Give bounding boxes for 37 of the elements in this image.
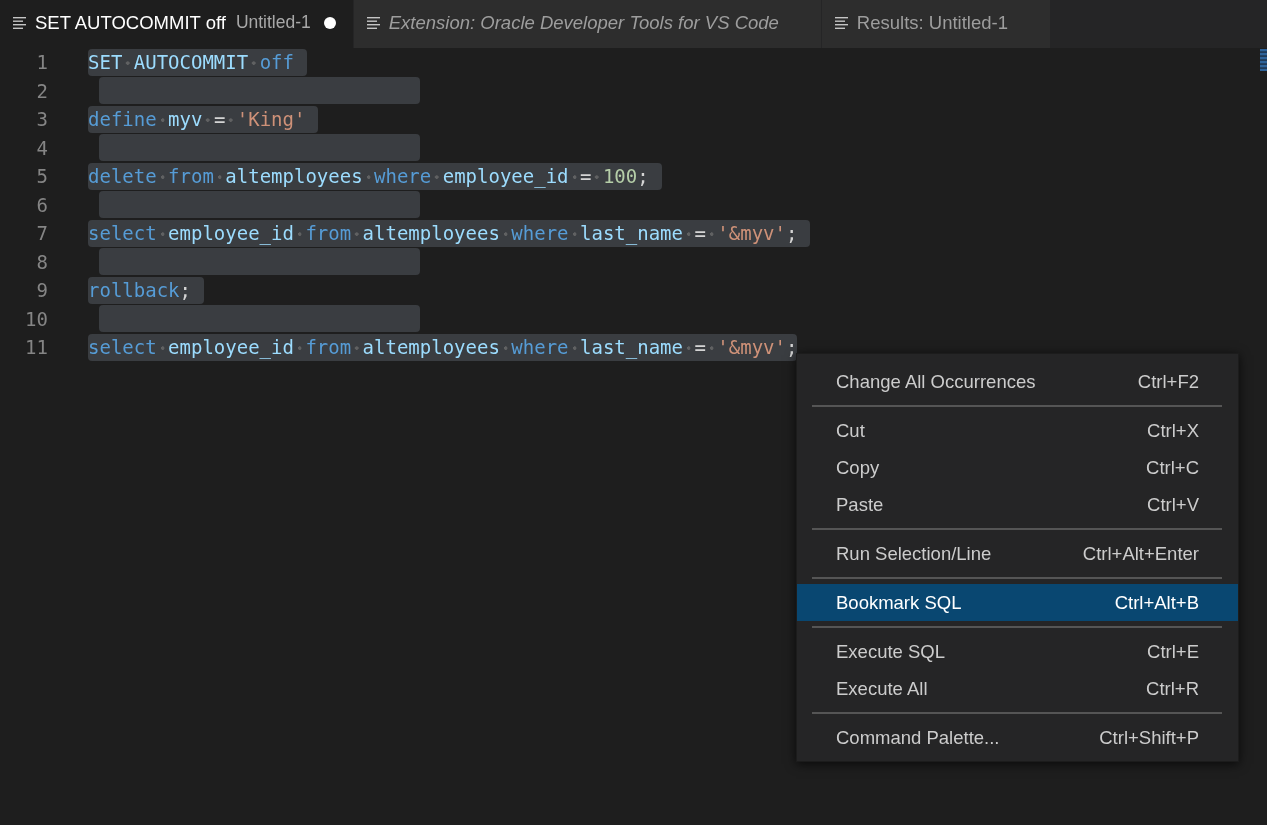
menu-item[interactable]: Bookmark SQL Ctrl+Alt+B <box>797 584 1238 621</box>
menu-item[interactable]: Cut Ctrl+X <box>797 412 1238 449</box>
line-number: 7 <box>35 221 48 246</box>
keyboard-shortcut: Ctrl+C <box>1146 456 1199 479</box>
menu-item[interactable]: Paste Ctrl+V <box>797 486 1238 523</box>
keyboard-shortcut: Ctrl+Alt+B <box>1114 591 1199 614</box>
keyboard-shortcut: Ctrl+R <box>1146 677 1199 700</box>
tab-description: Untitled-1 <box>235 12 311 33</box>
text-lines-icon <box>366 16 380 29</box>
keyboard-shortcut: Ctrl+E <box>1147 640 1199 663</box>
scroll-marker-icon <box>1260 49 1267 71</box>
keyboard-shortcut: Ctrl+X <box>1147 419 1199 442</box>
line-number: 3 <box>35 107 48 132</box>
line-number: 9 <box>35 278 48 303</box>
line-number: 4 <box>35 135 48 161</box>
keyboard-shortcut: Ctrl+Alt+Enter <box>1082 542 1199 565</box>
keyboard-shortcut: Ctrl+F2 <box>1137 370 1199 393</box>
line-number: 2 <box>35 78 48 104</box>
line-number: 8 <box>35 249 48 275</box>
menu-item[interactable]: Copy Ctrl+C <box>797 449 1238 486</box>
text-lines-icon <box>834 16 848 29</box>
menu-item[interactable]: Execute SQL Ctrl+E <box>797 633 1238 670</box>
line-number: 5 <box>35 164 48 189</box>
editor-tab[interactable]: SET AUTOCOMMIT off Untitled-1 <box>0 0 354 48</box>
menu-item[interactable]: Command Palette... Ctrl+Shift+P <box>797 719 1238 756</box>
menu-item[interactable]: Change All Occurrences Ctrl+F2 <box>797 363 1238 400</box>
editor-tab[interactable]: Results: Untitled-1 <box>821 0 1051 48</box>
menu-item[interactable]: Run Selection/Line Ctrl+Alt+Enter <box>797 535 1238 572</box>
line-number: 10 <box>24 306 48 332</box>
editor-tab[interactable]: Extension: Oracle Developer Tools for VS Code <box>353 0 822 48</box>
text-lines-icon <box>13 16 26 29</box>
menu-item[interactable]: Execute All Ctrl+R <box>797 670 1238 707</box>
line-number: 1 <box>35 50 48 75</box>
keyboard-shortcut: Ctrl+V <box>1147 493 1199 516</box>
keyboard-shortcut: Ctrl+Shift+P <box>1099 726 1199 749</box>
line-number: 6 <box>35 192 48 218</box>
line-number: 11 <box>24 335 48 360</box>
